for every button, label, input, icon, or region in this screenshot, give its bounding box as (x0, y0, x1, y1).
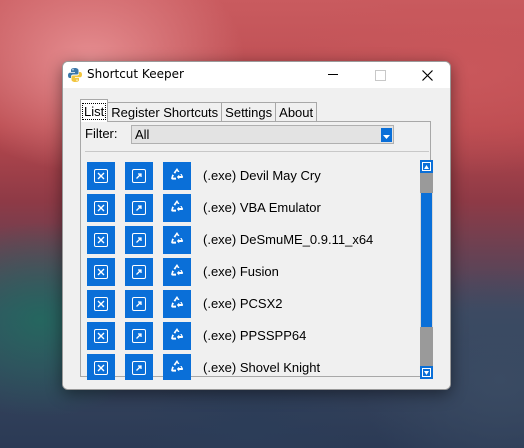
recycle-button[interactable] (163, 162, 191, 190)
open-shortcut-button[interactable] (125, 226, 153, 254)
tab-register-shortcuts[interactable]: Register Shortcuts (107, 102, 223, 122)
delete-icon (94, 329, 108, 343)
list-item: (.exe) DeSmuME_0.9.11_x64 (87, 226, 397, 254)
delete-button[interactable] (87, 258, 115, 286)
scroll-up-button[interactable] (420, 160, 433, 173)
recycle-button[interactable] (163, 322, 191, 350)
arrow-up-icon (424, 164, 429, 169)
filter-label: Filter: (85, 126, 118, 141)
open-shortcut-button[interactable] (125, 194, 153, 222)
recycle-icon (169, 230, 185, 250)
item-label: (.exe) Devil May Cry (203, 168, 321, 183)
recycle-button[interactable] (163, 226, 191, 254)
dropdown-arrow-button[interactable] (381, 128, 392, 142)
open-shortcut-icon (132, 233, 146, 247)
close-icon (421, 69, 433, 81)
tab-list[interactable]: List (80, 99, 109, 122)
delete-button[interactable] (87, 162, 115, 190)
window-title: Shortcut Keeper (87, 67, 184, 81)
filter-value: All (135, 127, 150, 142)
minimize-icon (328, 74, 338, 75)
title-bar[interactable]: Shortcut Keeper (63, 62, 450, 88)
window-client: List Register Shortcuts Settings About F… (63, 88, 450, 389)
list-panel: Filter: All (.exe) Devil May Cry (.exe) V… (80, 121, 433, 380)
chevron-down-icon (383, 135, 390, 139)
open-shortcut-icon (132, 169, 146, 183)
item-label: (.exe) VBA Emulator (203, 200, 321, 215)
app-window: Shortcut Keeper List Register Shortcuts … (62, 61, 451, 390)
recycle-icon (169, 294, 185, 314)
list-item: (.exe) Fusion (87, 258, 397, 286)
recycle-icon (169, 262, 185, 282)
maximize-button[interactable] (357, 62, 403, 88)
scroll-track[interactable] (420, 173, 433, 193)
shortcut-list: (.exe) Devil May Cry (.exe) VBA Emulator (… (87, 162, 397, 380)
delete-button[interactable] (87, 226, 115, 254)
open-shortcut-button[interactable] (125, 322, 153, 350)
scroll-down-button[interactable] (420, 366, 433, 379)
recycle-button[interactable] (163, 354, 191, 380)
open-shortcut-button[interactable] (125, 290, 153, 318)
recycle-icon (169, 326, 185, 346)
delete-icon (94, 297, 108, 311)
delete-button[interactable] (87, 322, 115, 350)
recycle-button[interactable] (163, 290, 191, 318)
list-item: (.exe) VBA Emulator (87, 194, 397, 222)
item-label: (.exe) Fusion (203, 264, 279, 279)
delete-button[interactable] (87, 194, 115, 222)
divider (85, 151, 429, 152)
list-item: (.exe) Shovel Knight (87, 354, 397, 380)
open-shortcut-icon (132, 329, 146, 343)
arrow-down-icon (424, 370, 429, 375)
filter-dropdown[interactable]: All (131, 125, 394, 144)
vertical-scrollbar[interactable] (420, 160, 433, 379)
item-label: (.exe) PCSX2 (203, 296, 283, 311)
list-item: (.exe) PPSSPP64 (87, 322, 397, 350)
tab-about[interactable]: About (275, 102, 318, 122)
recycle-icon (169, 358, 185, 378)
open-shortcut-icon (132, 297, 146, 311)
open-shortcut-icon (132, 265, 146, 279)
delete-button[interactable] (87, 354, 115, 380)
open-shortcut-icon (132, 201, 146, 215)
close-button[interactable] (404, 62, 450, 88)
delete-icon (94, 233, 108, 247)
open-shortcut-button[interactable] (125, 258, 153, 286)
python-icon (67, 67, 83, 83)
list-item: (.exe) Devil May Cry (87, 162, 397, 190)
item-label: (.exe) DeSmuME_0.9.11_x64 (203, 232, 374, 247)
recycle-icon (169, 166, 185, 186)
delete-icon (94, 265, 108, 279)
item-label: (.exe) Shovel Knight (203, 360, 321, 375)
delete-icon (94, 361, 108, 375)
list-item: (.exe) PCSX2 (87, 290, 397, 318)
tab-strip: List Register Shortcuts Settings About (80, 99, 318, 122)
tab-list-label: List (81, 102, 107, 120)
delete-icon (94, 201, 108, 215)
item-label: (.exe) PPSSPP64 (203, 328, 307, 343)
minimize-button[interactable] (310, 62, 356, 88)
scroll-track[interactable] (420, 327, 433, 366)
open-shortcut-button[interactable] (125, 354, 153, 380)
maximize-icon (374, 69, 386, 81)
recycle-button[interactable] (163, 258, 191, 286)
scroll-thumb[interactable] (421, 193, 432, 327)
delete-button[interactable] (87, 290, 115, 318)
tab-settings[interactable]: Settings (221, 102, 277, 122)
open-shortcut-button[interactable] (125, 162, 153, 190)
delete-icon (94, 169, 108, 183)
open-shortcut-icon (132, 361, 146, 375)
recycle-button[interactable] (163, 194, 191, 222)
recycle-icon (169, 198, 185, 218)
